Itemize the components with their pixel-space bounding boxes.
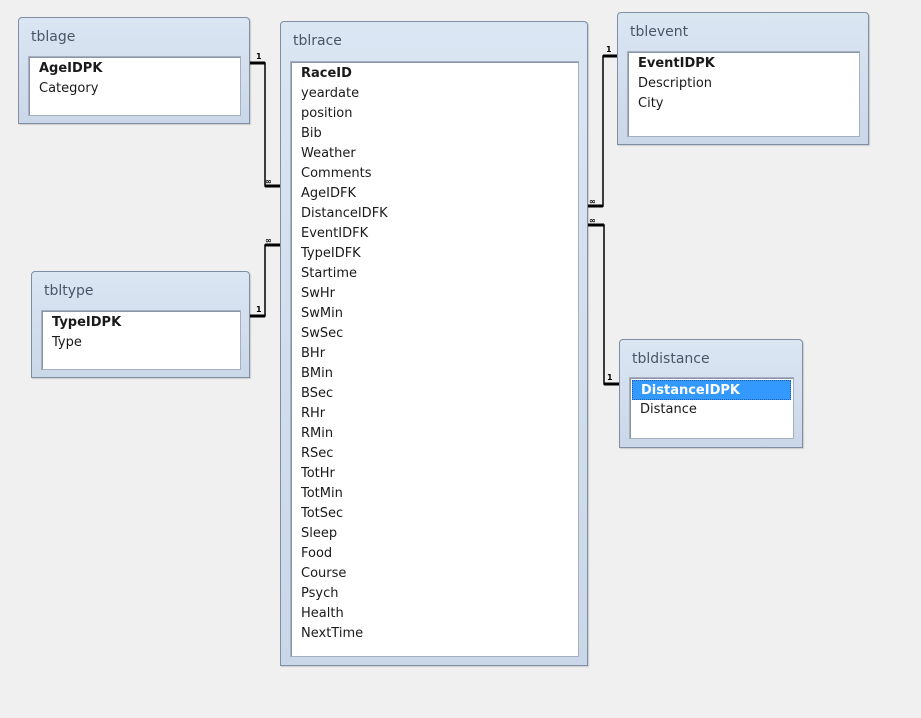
many-label: ∞	[265, 177, 272, 186]
field-startime[interactable]: Startime	[293, 264, 576, 284]
field-city[interactable]: City	[630, 94, 857, 114]
field-health[interactable]: Health	[293, 604, 576, 624]
field-raceid[interactable]: RaceID	[293, 64, 576, 84]
relationship-distance-race[interactable]: 1 ∞	[588, 216, 619, 386]
table-tblrace[interactable]: tblrace RaceID yeardate position Bib Wea…	[280, 21, 588, 666]
one-label: 1	[256, 305, 262, 314]
field-bmin[interactable]: BMin	[293, 364, 576, 384]
field-distance[interactable]: Distance	[632, 400, 791, 420]
field-eventidpk[interactable]: EventIDPK	[630, 54, 857, 74]
field-weather[interactable]: Weather	[293, 144, 576, 164]
table-title[interactable]: tblage	[31, 29, 75, 45]
table-title[interactable]: tblrace	[293, 33, 342, 49]
field-bhr[interactable]: BHr	[293, 344, 576, 364]
one-label: 1	[607, 373, 613, 382]
field-distanceidpk[interactable]: DistanceIDPK	[632, 380, 791, 400]
field-list[interactable]: AgeIDPK Category	[28, 56, 241, 116]
relationship-line	[588, 55, 617, 207]
field-typeidfk[interactable]: TypeIDFK	[293, 244, 576, 264]
table-tblevent[interactable]: tblevent EventIDPK Description City	[617, 12, 869, 145]
field-distanceidfk[interactable]: DistanceIDFK	[293, 204, 576, 224]
table-title[interactable]: tbltype	[44, 283, 94, 299]
field-nexttime[interactable]: NextTime	[293, 624, 576, 644]
field-list[interactable]: RaceID yeardate position Bib Weather Com…	[290, 61, 579, 657]
relationship-line	[250, 62, 280, 187]
relationship-event-race[interactable]: 1 ∞	[588, 45, 617, 208]
field-eventidfk[interactable]: EventIDFK	[293, 224, 576, 244]
one-label: 1	[256, 52, 262, 61]
table-title[interactable]: tbldistance	[632, 351, 710, 367]
field-swsec[interactable]: SwSec	[293, 324, 576, 344]
field-ageidfk[interactable]: AgeIDFK	[293, 184, 576, 204]
field-list[interactable]: TypeIDPK Type	[41, 310, 241, 370]
table-tbltype[interactable]: tbltype TypeIDPK Type	[31, 271, 250, 378]
relationship-type-race[interactable]: 1 ∞	[250, 236, 280, 318]
field-rhr[interactable]: RHr	[293, 404, 576, 424]
field-rsec[interactable]: RSec	[293, 444, 576, 464]
relationship-line	[588, 224, 619, 385]
table-title[interactable]: tblevent	[630, 24, 688, 40]
field-swmin[interactable]: SwMin	[293, 304, 576, 324]
table-tbldistance[interactable]: tbldistance DistanceIDPK Distance	[619, 339, 803, 448]
relationship-line	[250, 244, 280, 317]
field-category[interactable]: Category	[31, 79, 238, 99]
many-label: ∞	[265, 236, 272, 245]
field-position[interactable]: position	[293, 104, 576, 124]
field-yeardate[interactable]: yeardate	[293, 84, 576, 104]
field-course[interactable]: Course	[293, 564, 576, 584]
table-tblage[interactable]: tblage AgeIDPK Category	[18, 17, 250, 124]
field-totmin[interactable]: TotMin	[293, 484, 576, 504]
field-list[interactable]: EventIDPK Description City	[627, 51, 860, 137]
field-totsec[interactable]: TotSec	[293, 504, 576, 524]
field-tothr[interactable]: TotHr	[293, 464, 576, 484]
field-agеidpk[interactable]: AgeIDPK	[31, 59, 238, 79]
field-description[interactable]: Description	[630, 74, 857, 94]
field-type[interactable]: Type	[44, 333, 238, 353]
field-psych[interactable]: Psych	[293, 584, 576, 604]
relationships-canvas: 1 ∞ 1 ∞ 1 ∞ 1 ∞ tblage AgeIDPK Category …	[0, 0, 921, 718]
field-bsec[interactable]: BSec	[293, 384, 576, 404]
field-typeidpk[interactable]: TypeIDPK	[44, 313, 238, 333]
field-comments[interactable]: Comments	[293, 164, 576, 184]
field-rmin[interactable]: RMin	[293, 424, 576, 444]
field-swhr[interactable]: SwHr	[293, 284, 576, 304]
field-sleep[interactable]: Sleep	[293, 524, 576, 544]
field-bib[interactable]: Bib	[293, 124, 576, 144]
field-list[interactable]: DistanceIDPK Distance	[629, 377, 794, 439]
field-food[interactable]: Food	[293, 544, 576, 564]
many-label: ∞	[589, 197, 596, 206]
many-label: ∞	[589, 216, 596, 225]
relationship-age-race[interactable]: 1 ∞	[250, 52, 280, 188]
one-label: 1	[606, 45, 612, 54]
